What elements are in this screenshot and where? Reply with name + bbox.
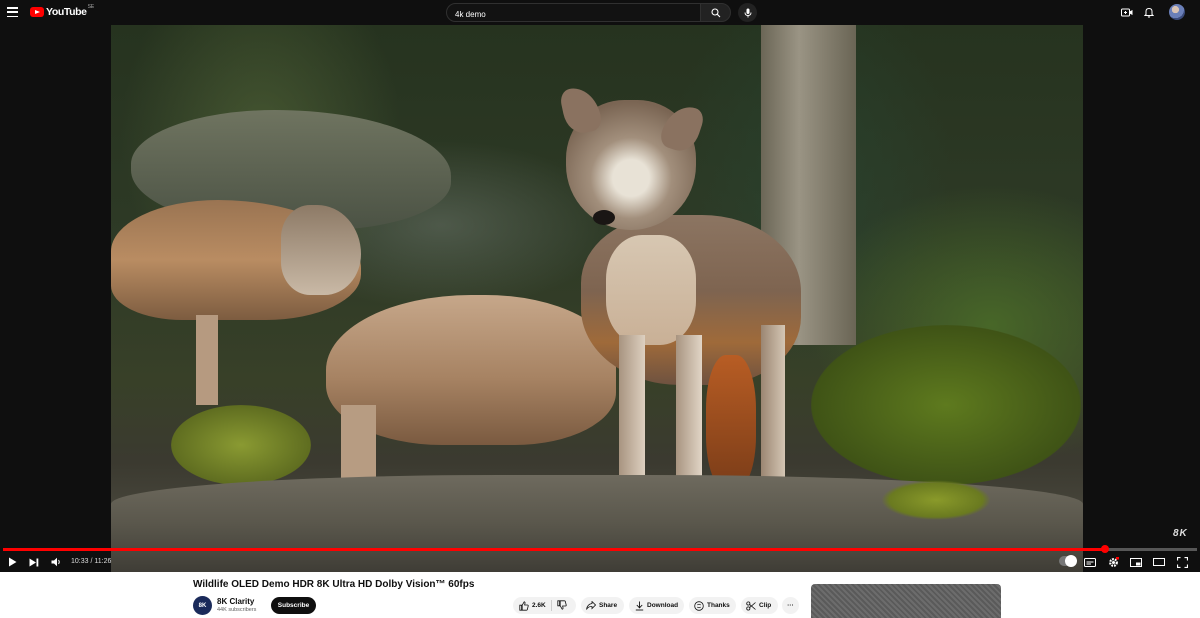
gear-icon xyxy=(1108,556,1119,567)
share-label: Share xyxy=(599,602,618,609)
progress-bar[interactable] xyxy=(3,545,1197,553)
time-total: 11:26 xyxy=(94,558,112,565)
moss xyxy=(811,325,1081,485)
fullscreen-icon xyxy=(1176,556,1188,568)
wolf-background-middle-leg xyxy=(341,405,376,485)
search-box xyxy=(446,3,701,23)
time-display: 10:33 / 11:26 xyxy=(71,558,111,565)
video-title: Wildlife OLED Demo HDR 8K Ultra HD Dolby… xyxy=(193,579,475,590)
logo-country: SE xyxy=(87,4,95,10)
thanks-icon xyxy=(694,600,704,611)
wolf-main-ear-left xyxy=(558,83,604,137)
more-icon: ··· xyxy=(787,602,794,609)
voice-search-button[interactable] xyxy=(738,3,757,22)
more-actions-button[interactable]: ··· xyxy=(782,597,799,614)
next-icon xyxy=(29,558,39,566)
like-count: 2.6K xyxy=(532,602,546,609)
subscriber-count: 44K subscribers xyxy=(217,607,257,613)
miniplayer-icon xyxy=(1130,557,1142,567)
scissors-icon xyxy=(746,600,756,611)
moss xyxy=(881,480,991,520)
subtitles-button[interactable] xyxy=(1083,555,1097,569)
channel-name[interactable]: 8K Clarity xyxy=(217,597,254,606)
download-button[interactable]: Download xyxy=(629,597,684,614)
volume-button[interactable] xyxy=(49,555,63,569)
thumbs-down-icon xyxy=(557,600,567,610)
wolf-main-tail xyxy=(706,355,756,490)
mic-icon xyxy=(744,8,751,17)
thumbs-up-icon xyxy=(519,600,529,611)
settings-button[interactable] xyxy=(1106,555,1120,569)
bell-icon xyxy=(1143,7,1154,18)
wolf-background-left-leg xyxy=(196,315,218,405)
autoplay-toggle[interactable] xyxy=(1059,555,1077,567)
divider xyxy=(551,600,552,611)
search-button[interactable] xyxy=(700,3,731,22)
wolf-main-leg xyxy=(619,335,645,490)
fullscreen-button[interactable] xyxy=(1175,555,1189,569)
youtube-logo-icon xyxy=(30,7,44,17)
recommended-thumbnail[interactable] xyxy=(811,584,1001,618)
watermark-8k: 8K xyxy=(1173,528,1188,539)
video-player[interactable]: 8K 10:33 / 11:26 xyxy=(0,25,1200,572)
clip-label: Clip xyxy=(759,602,772,609)
search-icon xyxy=(710,7,720,17)
top-bar: YouTube SE xyxy=(0,0,1200,25)
miniplayer-button[interactable] xyxy=(1129,555,1143,569)
dislike-button[interactable] xyxy=(557,600,570,610)
thanks-button[interactable]: Thanks xyxy=(689,597,736,614)
wolf-main-leg xyxy=(676,335,702,495)
wolf-main-chest xyxy=(606,235,696,345)
search-input[interactable] xyxy=(447,6,700,23)
wolf-main-leg xyxy=(761,325,785,495)
youtube-logo[interactable]: YouTube SE xyxy=(30,4,95,18)
notifications-button[interactable] xyxy=(1141,5,1156,20)
time-current: 10:33 xyxy=(71,558,89,565)
like-button[interactable]: 2.6K xyxy=(513,600,546,611)
download-icon xyxy=(635,601,644,611)
next-button[interactable] xyxy=(27,555,41,569)
play-button[interactable] xyxy=(5,555,19,569)
share-icon xyxy=(586,601,596,610)
subscribe-button[interactable]: Subscribe xyxy=(271,597,316,614)
volume-icon xyxy=(51,557,60,567)
moss xyxy=(171,405,311,485)
theater-button[interactable] xyxy=(1152,555,1166,569)
download-label: Download xyxy=(647,602,679,609)
logo-text: YouTube xyxy=(46,6,87,18)
video-frame[interactable] xyxy=(111,25,1083,572)
like-dislike-group: 2.6K xyxy=(513,597,576,614)
clip-button[interactable]: Clip xyxy=(741,597,778,614)
progress-fill xyxy=(3,548,1106,551)
subtitles-icon xyxy=(1084,557,1096,567)
share-button[interactable]: Share xyxy=(581,597,624,614)
thanks-label: Thanks xyxy=(707,602,730,609)
player-controls: 10:33 / 11:26 xyxy=(0,552,1200,572)
menu-icon[interactable] xyxy=(7,7,18,17)
theater-icon xyxy=(1153,558,1165,566)
play-icon xyxy=(8,557,16,567)
channel-avatar[interactable]: 8K xyxy=(193,596,212,615)
wolf-main-nose xyxy=(593,210,615,225)
create-button[interactable] xyxy=(1119,5,1134,20)
create-icon xyxy=(1120,8,1132,17)
avatar[interactable] xyxy=(1169,4,1185,20)
